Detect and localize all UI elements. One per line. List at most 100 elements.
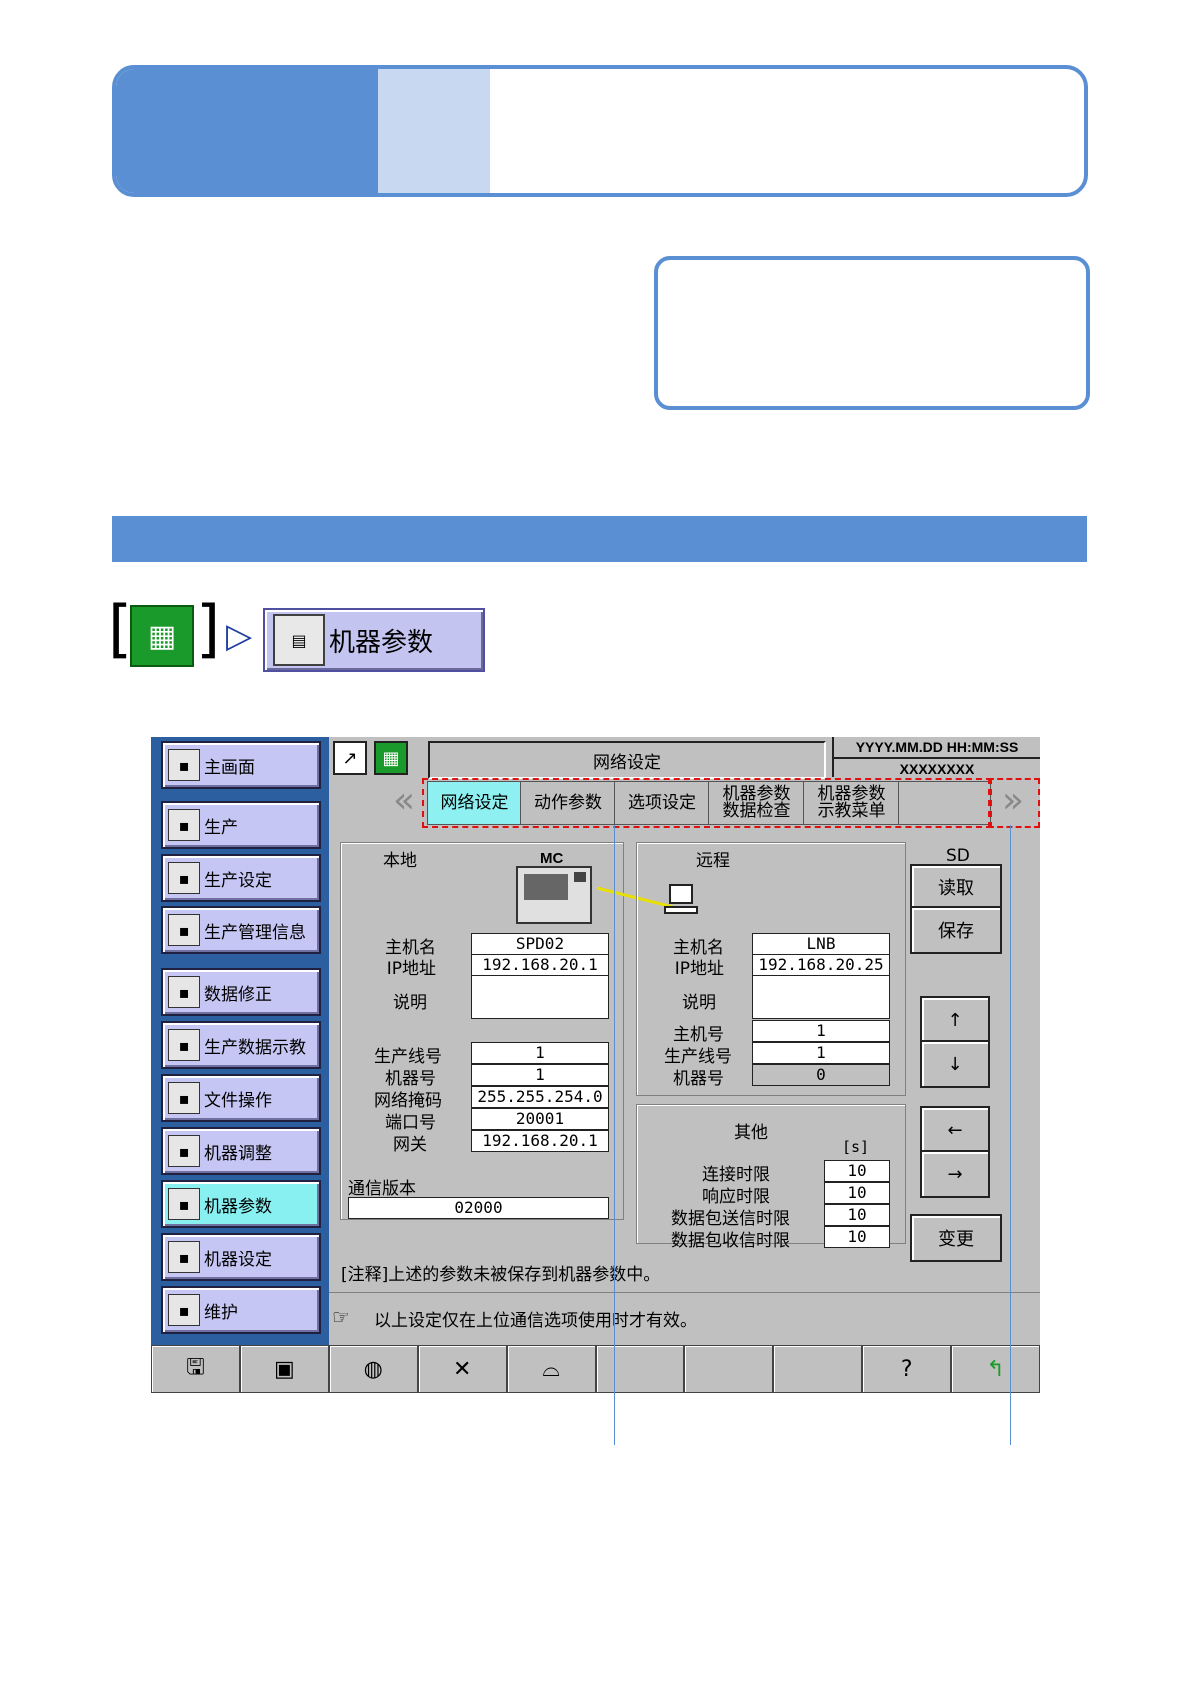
home-icon: ▪ bbox=[168, 749, 200, 781]
sd-title: SD bbox=[946, 846, 970, 866]
next-highlight bbox=[988, 778, 1040, 828]
production-info-icon: ▪ bbox=[168, 914, 200, 946]
graph-icon[interactable]: ↗ bbox=[333, 741, 367, 775]
down-button[interactable]: ↓ bbox=[920, 1040, 990, 1088]
return-icon[interactable]: ↰ bbox=[951, 1345, 1041, 1393]
sidebar-item-2[interactable]: ▪ 生产设定 bbox=[161, 854, 321, 902]
machine-setting-icon: ▪ bbox=[168, 1241, 200, 1273]
sd-card-icon[interactable]: 🖫 bbox=[151, 1345, 240, 1393]
right-button[interactable]: → bbox=[920, 1150, 990, 1198]
blank-button-2[interactable] bbox=[684, 1345, 774, 1393]
local-port-field[interactable]: 20001 bbox=[471, 1108, 609, 1130]
computer-icon bbox=[669, 884, 693, 904]
remote-ip-label: IP地址 bbox=[674, 959, 724, 979]
globe-icon[interactable]: ◍ bbox=[328, 1345, 418, 1393]
callout-line-next bbox=[1010, 825, 1011, 1445]
sidebar-item-label: 维护 bbox=[204, 1302, 238, 1323]
sidebar-item-label: 生产设定 bbox=[204, 870, 272, 891]
connect-timeout-field[interactable]: 10 bbox=[824, 1160, 890, 1182]
change-button[interactable]: 变更 bbox=[910, 1214, 1002, 1262]
remote-machine-field: 0 bbox=[752, 1064, 890, 1086]
local-title: 本地 bbox=[383, 851, 417, 871]
sidebar-item-10[interactable]: ▪ 维护 bbox=[161, 1286, 321, 1334]
mc-label: MC bbox=[540, 850, 564, 867]
production-icon: ▪ bbox=[168, 809, 200, 841]
sidebar-item-6[interactable]: ▪ 文件操作 bbox=[161, 1074, 321, 1122]
receive-timeout-label: 数据包收信时限 bbox=[671, 1231, 790, 1251]
remote-hostno-field[interactable]: 1 bbox=[752, 1020, 890, 1042]
remote-host-field[interactable]: LNB bbox=[752, 933, 890, 955]
sidebar-item-label: 生产管理信息 bbox=[204, 922, 306, 943]
bottom-toolbar: 🖫 ▣ ◍ ✕ ⌓ ? ↰ bbox=[151, 1345, 1041, 1393]
local-ip-label: IP地址 bbox=[386, 959, 436, 979]
machine-info-icon[interactable]: ▦ bbox=[130, 605, 194, 667]
sidebar-item-5[interactable]: ▪ 生产数据示教 bbox=[161, 1021, 321, 1069]
hint-text: 以上设定仅在上位通信选项使用时才有效。 bbox=[374, 1311, 697, 1331]
left-button[interactable]: ← bbox=[920, 1106, 990, 1154]
note-text: [注释]上述的参数未被保存到机器参数中。 bbox=[341, 1265, 661, 1285]
receive-timeout-field[interactable]: 10 bbox=[824, 1226, 890, 1248]
local-desc-field[interactable] bbox=[471, 975, 609, 1019]
date-text: YYYY.MM.DD HH:MM:SS bbox=[834, 737, 1040, 759]
remote-machine-label: 机器号 bbox=[673, 1069, 724, 1089]
local-desc-label: 说明 bbox=[393, 993, 427, 1013]
version-label: 通信版本 bbox=[348, 1179, 416, 1199]
production-settings-icon: ▪ bbox=[168, 862, 200, 894]
keyboard-shape bbox=[664, 906, 698, 914]
machine-adjust-icon: ▪ bbox=[168, 1135, 200, 1167]
memory-icon[interactable]: ▣ bbox=[239, 1345, 329, 1393]
sidebar-item-label: 文件操作 bbox=[204, 1090, 272, 1111]
local-ip-field[interactable]: 192.168.20.1 bbox=[471, 954, 609, 976]
remote-desc-field[interactable] bbox=[752, 975, 890, 1019]
sidebar-item-4[interactable]: ▪ 数据修正 bbox=[161, 968, 321, 1016]
sidebar-item-label: 机器参数 bbox=[204, 1196, 272, 1217]
mute-icon[interactable]: ✕ bbox=[417, 1345, 507, 1393]
blank-button-3[interactable] bbox=[773, 1345, 863, 1393]
sidebar-item-8[interactable]: ▪ 机器参数 bbox=[161, 1180, 321, 1228]
sidebar-item-label: 生产 bbox=[204, 817, 238, 838]
machine-info-icon[interactable]: ▦ bbox=[374, 741, 408, 775]
tab-prev-button[interactable]: « bbox=[384, 781, 424, 823]
teach-icon: ▪ bbox=[168, 1029, 200, 1061]
send-timeout-field[interactable]: 10 bbox=[824, 1204, 890, 1226]
up-button[interactable]: ↑ bbox=[920, 996, 990, 1044]
floppy-icon: ▪ bbox=[168, 1082, 200, 1114]
sidebar-item-7[interactable]: ▪ 机器调整 bbox=[161, 1127, 321, 1175]
local-gateway-label: 网关 bbox=[393, 1135, 427, 1155]
tabs-highlight bbox=[422, 778, 992, 828]
remote-ip-field[interactable]: 192.168.20.25 bbox=[752, 954, 890, 976]
page-header-banner bbox=[112, 65, 1088, 197]
help-icon[interactable]: ? bbox=[862, 1345, 952, 1393]
lamp-icon[interactable]: ⌓ bbox=[506, 1345, 596, 1393]
sidebar-item-3[interactable]: ▪ 生产管理信息 bbox=[161, 906, 321, 954]
breadcrumb-machine-param-button[interactable]: ▤ 机器参数 bbox=[263, 608, 485, 672]
local-line-field[interactable]: 1 bbox=[471, 1042, 609, 1064]
bracket-right: ] bbox=[196, 592, 221, 665]
bracket-left: [ bbox=[108, 592, 133, 665]
datetime-display: YYYY.MM.DD HH:MM:SS XXXXXXXX bbox=[832, 737, 1040, 777]
response-timeout-field[interactable]: 10 bbox=[824, 1182, 890, 1204]
data-edit-icon: ▪ bbox=[168, 976, 200, 1008]
local-gateway-field[interactable]: 192.168.20.1 bbox=[471, 1130, 609, 1152]
sd-read-button[interactable]: 读取 bbox=[910, 864, 1002, 910]
remote-line-field[interactable]: 1 bbox=[752, 1042, 890, 1064]
sidebar-item-label: 生产数据示教 bbox=[204, 1037, 306, 1058]
local-mask-field[interactable]: 255.255.254.0 bbox=[471, 1086, 609, 1108]
blank-button-1[interactable] bbox=[595, 1345, 685, 1393]
remote-desc-label: 说明 bbox=[682, 993, 716, 1013]
sidebar-item-1[interactable]: ▪ 生产 bbox=[161, 801, 321, 849]
sd-save-button[interactable]: 保存 bbox=[910, 906, 1002, 954]
arrow-right-icon: ▷ bbox=[226, 616, 253, 656]
sidebar-item-9[interactable]: ▪ 机器设定 bbox=[161, 1233, 321, 1281]
section-bar bbox=[112, 516, 1087, 562]
local-host-field[interactable]: SPD02 bbox=[471, 933, 609, 955]
machine-image bbox=[516, 866, 592, 924]
local-machine-field[interactable]: 1 bbox=[471, 1064, 609, 1086]
sidebar-item-label: 数据修正 bbox=[204, 984, 272, 1005]
breadcrumb-label: 机器参数 bbox=[329, 627, 434, 658]
sidebar-item-0[interactable]: ▪ 主画面 bbox=[161, 741, 321, 789]
other-unit: [s] bbox=[842, 1138, 870, 1156]
other-title: 其他 bbox=[734, 1123, 768, 1143]
sidebar-item-label: 机器调整 bbox=[204, 1143, 272, 1164]
machine-param-icon: ▪ bbox=[168, 1188, 200, 1220]
